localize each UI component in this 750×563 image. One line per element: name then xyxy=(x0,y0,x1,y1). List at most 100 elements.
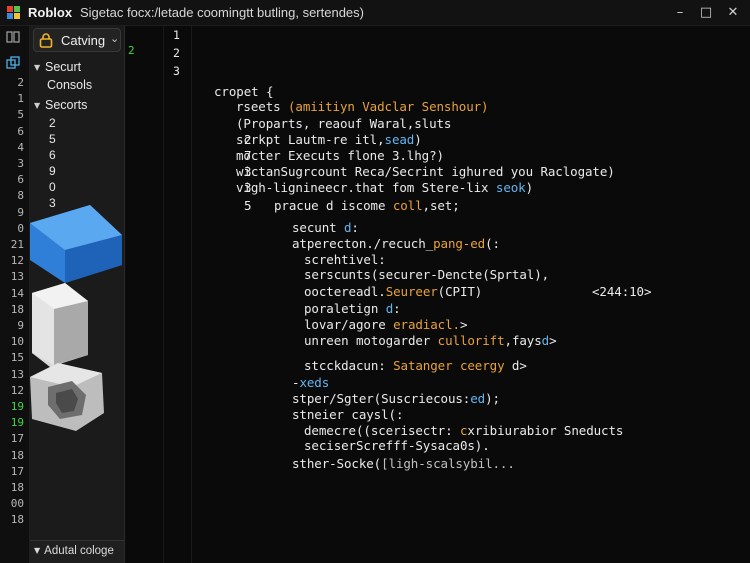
code-token: demecre((scerisectr: xyxy=(304,423,460,438)
code-line[interactable]: serscunts(securer-Dencte(Sprtal), xyxy=(304,267,549,282)
gutter-line-number: 3 xyxy=(17,157,24,170)
adutal-cologe-bar[interactable]: ▼ Adutal cologe xyxy=(30,540,124,563)
maximize-button[interactable]: □ xyxy=(693,3,719,23)
tree-number[interactable]: 5 xyxy=(49,132,56,146)
gutter-line-number: 17 xyxy=(10,464,24,478)
gutter-line-number: 0 xyxy=(17,221,24,235)
editor-line-number: 3 xyxy=(173,64,180,78)
code-token: stneier caysl(: xyxy=(292,407,404,422)
explorer-icon[interactable] xyxy=(5,56,21,72)
code-line[interactable]: demecre((scerisectr: cxribiurabior Snedu… xyxy=(304,423,623,438)
code-token: d> xyxy=(504,358,527,373)
dropdown-label: Catving xyxy=(61,33,106,48)
gutter-line-number: 6 xyxy=(17,173,24,187)
editor-line-number: 5 xyxy=(244,198,252,213)
caret-down-icon: ▼ xyxy=(34,101,41,110)
code-token: Satanger ceergy xyxy=(393,358,505,373)
code-line[interactable]: cropet { xyxy=(214,84,274,99)
tree-item-consols[interactable]: Consols xyxy=(47,78,92,92)
code-line[interactable]: stcckdacun: Satanger ceergy d> xyxy=(304,358,527,373)
tree-number[interactable]: 6 xyxy=(49,148,56,162)
code-token: stper/Sgter(Suscriecous: xyxy=(292,391,471,406)
gutter-line-number: 1 xyxy=(17,92,24,106)
gutter-line-number: 18 xyxy=(10,513,24,527)
code-token: pracue d iscome xyxy=(274,198,393,213)
code-token: ooctereadl. xyxy=(304,284,386,299)
window-title: Sigetac focx:/letade coomingtt butling, … xyxy=(80,5,364,20)
lock-folder-icon xyxy=(39,33,53,48)
code-line[interactable]: -xeds xyxy=(292,375,329,390)
gutter-line-number: 19 xyxy=(10,400,24,413)
tree-number[interactable]: 0 xyxy=(49,180,56,194)
gutter-line-number: 5 xyxy=(17,108,24,122)
caret-down-icon: ▼ xyxy=(34,63,41,72)
gutter-line-number: 10 xyxy=(10,335,24,349)
gutter-line-number: 4 xyxy=(17,140,24,154)
code-token: ,set; xyxy=(422,198,460,213)
code-token: seciserScrefff-Sysaca0s). xyxy=(304,438,490,453)
gutter-line-number: 21 xyxy=(10,238,24,251)
code-line[interactable]: lovar/agore eradiacl.> xyxy=(304,317,467,332)
gutter-line-number: 9 xyxy=(17,319,24,332)
code-token: > xyxy=(459,317,468,332)
code-token: : xyxy=(393,301,401,316)
gutter-line-number: 13 xyxy=(10,367,24,381)
code-line[interactable]: ooctereadl.Seureer(CPIT) xyxy=(304,284,482,299)
code-token: (amiitiyn Vadclar Senshour) xyxy=(287,99,489,114)
line-number-column xyxy=(164,26,192,563)
code-token: d xyxy=(385,301,394,316)
gutter-line-number: 8 xyxy=(17,189,24,203)
code-token: cropet { xyxy=(214,84,274,99)
code-token: secunt xyxy=(292,220,344,235)
code-token: xribiurabior Sneducts xyxy=(467,423,624,438)
code-line[interactable]: scrkpt Lautm-re itl,sead) xyxy=(236,132,422,147)
code-token: wictanSugrcount Reca/Secrint ighured you… xyxy=(236,164,615,179)
code-line[interactable]: wictanSugrcount Reca/Secrint ighured you… xyxy=(236,164,615,179)
code-token: screhtivel: xyxy=(304,252,386,267)
code-line[interactable]: unreen motogarder cullorift,faysd> xyxy=(304,333,557,348)
split-icon[interactable] xyxy=(5,30,21,46)
code-token: Seureer xyxy=(385,284,438,299)
tree-item-secorts[interactable]: ▼ Secorts xyxy=(34,98,87,112)
gutter-line-number: 6 xyxy=(17,124,24,138)
code-line[interactable]: vigh-lignineecr.that fom Stere-lix seok) xyxy=(236,180,533,195)
catving-dropdown[interactable]: Catving ⌄ xyxy=(33,28,121,52)
gutter-line-number: 13 xyxy=(10,270,24,284)
code-line[interactable]: mocter Executs flone 3.lhg?) xyxy=(236,148,444,163)
tree-item-securt[interactable]: ▼ Securt xyxy=(34,60,81,74)
code-line[interactable]: (Proparts, reaouf Waral,sluts xyxy=(236,116,451,131)
editor-line-number: 1 xyxy=(173,28,180,42)
roblox-logo-icon xyxy=(7,6,20,19)
gutter-line-number: 14 xyxy=(10,286,24,300)
code-editor[interactable]: 2 123 27335 cropet {rseets (amiitiyn Vad… xyxy=(126,26,750,563)
close-button[interactable]: ✕ xyxy=(720,3,746,23)
code-line[interactable]: poraletign d: xyxy=(304,301,401,316)
minimize-button[interactable]: – xyxy=(667,3,693,23)
code-line[interactable]: screhtivel: xyxy=(304,252,386,267)
code-line[interactable]: secunt d: xyxy=(292,220,359,235)
gutter-line-number: 18 xyxy=(10,448,24,462)
code-token: lovar/agore xyxy=(304,317,394,332)
code-line[interactable]: atperecton./recuch_pang-ed(: xyxy=(292,236,500,251)
code-line[interactable]: stper/Sgter(Suscriecous:ed); xyxy=(292,391,500,406)
code-token: mocter Executs flone 3.lhg?) xyxy=(236,148,444,163)
position-annotation: <244:10> xyxy=(592,284,652,299)
app-name: Roblox xyxy=(28,5,73,20)
code-token: pang-ed xyxy=(433,236,486,251)
code-line[interactable]: seciserScrefff-Sysaca0s). xyxy=(304,438,490,453)
mini-line-number: 2 xyxy=(128,44,135,57)
code-token: (CPIT) xyxy=(437,284,483,299)
mini-gutter: 2 xyxy=(126,26,164,563)
code-line[interactable]: stneier caysl(: xyxy=(292,407,403,422)
tree-number[interactable]: 2 xyxy=(49,116,56,130)
code-line[interactable]: pracue d iscome coll,set; xyxy=(274,198,460,213)
gutter-line-number: 15 xyxy=(10,351,24,365)
code-token: ) xyxy=(414,132,422,147)
code-token: ); xyxy=(485,391,500,406)
code-line[interactable]: sther-Socke([ligh-scalsybil... xyxy=(292,456,515,471)
tree-number[interactable]: 9 xyxy=(49,164,56,178)
editor-line-number: 2 xyxy=(173,46,180,60)
code-token: vigh-lignineecr.that fom Stere-lix xyxy=(236,180,496,195)
code-line[interactable]: rseets (amiitiyn Vadclar Senshour) xyxy=(236,99,489,114)
code-token: sther-Socke( xyxy=(292,456,382,471)
